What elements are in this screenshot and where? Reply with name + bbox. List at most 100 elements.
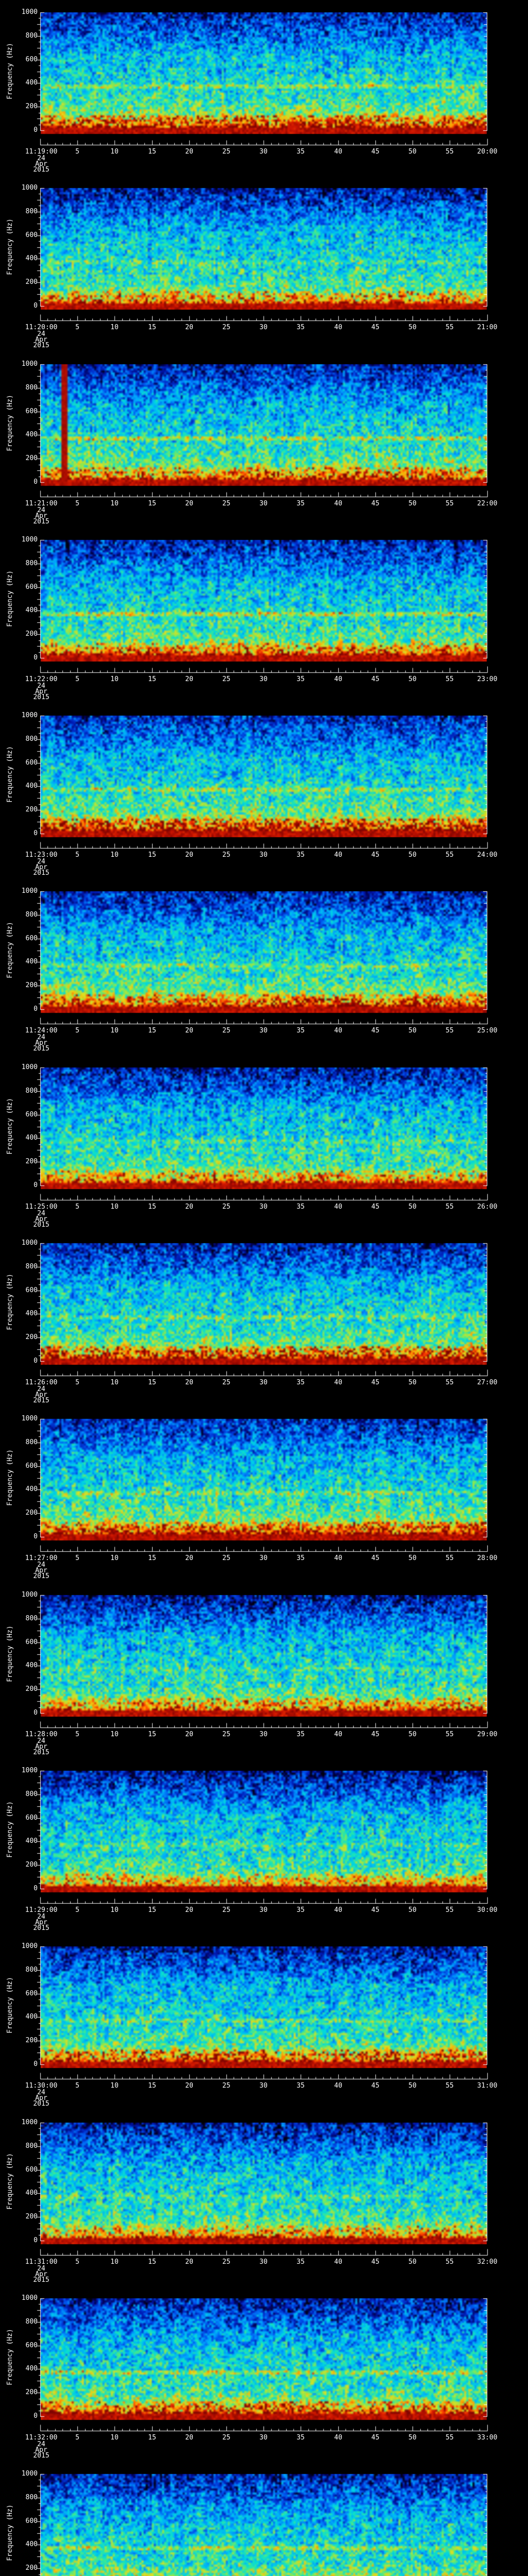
- x-tick-label-25: 25: [222, 2082, 230, 2090]
- x-tick-label-35: 35: [296, 148, 305, 156]
- y-tick-label-200: 200: [25, 2388, 38, 2396]
- x-tick-label-25: 25: [222, 2434, 230, 2442]
- x-tick-label-50: 50: [408, 2434, 417, 2442]
- y-tick-label-600: 600: [25, 935, 38, 942]
- y-axis-title: Frequency (Hz): [6, 746, 14, 803]
- y-tick-label-0: 0: [34, 1005, 38, 1013]
- x-tick-label-55: 55: [446, 675, 454, 683]
- x-tick-label-5: 5: [75, 500, 79, 507]
- x-tick-label-15: 15: [148, 1906, 156, 1914]
- x-tick-label-30: 30: [259, 851, 268, 859]
- x-end-time-label: 31:00: [477, 2082, 498, 2090]
- x-tick-label-50: 50: [408, 1203, 417, 1211]
- y-tick-label-400: 400: [25, 2540, 38, 2548]
- y-axis-title: Frequency (Hz): [6, 2153, 14, 2210]
- y-tick-label-1000: 1000: [21, 1767, 38, 1774]
- x-tick-label-10: 10: [110, 2434, 119, 2442]
- x-tick-label-30: 30: [259, 1906, 268, 1914]
- x-tick-label-55: 55: [446, 1027, 454, 1035]
- y-tick-label-600: 600: [25, 231, 38, 239]
- x-tick-label-40: 40: [334, 1906, 342, 1914]
- x-tick-label-15: 15: [148, 1731, 156, 1738]
- date-label: 24 Apr 2015: [20, 331, 63, 349]
- y-axis-title: Frequency (Hz): [6, 1274, 14, 1330]
- x-tick-label-25: 25: [222, 500, 230, 507]
- x-tick-label-45: 45: [371, 675, 380, 683]
- x-tick-label-35: 35: [296, 324, 305, 331]
- y-tick-label-1000: 1000: [21, 8, 38, 16]
- date-year: 2015: [33, 342, 50, 349]
- x-tick-label-10: 10: [110, 851, 119, 859]
- x-tick-label-40: 40: [334, 324, 342, 331]
- x-tick-label-25: 25: [222, 324, 230, 331]
- spectrogram-report: { "background_color": "#000000", "text_c…: [0, 0, 528, 2576]
- x-tick-label-45: 45: [371, 1906, 380, 1914]
- y-tick-label-1000: 1000: [21, 1239, 38, 1247]
- y-tick-label-0: 0: [34, 2412, 38, 2420]
- y-tick-label-0: 0: [34, 654, 38, 662]
- y-tick-label-600: 600: [25, 583, 38, 591]
- x-tick-label-25: 25: [222, 148, 230, 156]
- y-tick-label-200: 200: [25, 630, 38, 638]
- x-end-time-label: 24:00: [477, 851, 498, 859]
- y-tick-label-600: 600: [25, 1462, 38, 1470]
- y-axis-title: Frequency (Hz): [6, 1801, 14, 1858]
- x-end-time-label: 25:00: [477, 1027, 498, 1035]
- x-tick-label-15: 15: [148, 324, 156, 331]
- y-tick-label-0: 0: [34, 2236, 38, 2244]
- y-tick-label-0: 0: [34, 1181, 38, 1189]
- x-tick-label-50: 50: [408, 851, 417, 859]
- x-tick-label-40: 40: [334, 675, 342, 683]
- y-tick-label-800: 800: [25, 1966, 38, 1974]
- y-tick-label-200: 200: [25, 2213, 38, 2221]
- x-tick-label-35: 35: [296, 1554, 305, 1562]
- spectrogram-panel-6: Frequency (Hz) 1000 800 600 400 200 0 11…: [0, 879, 528, 1055]
- y-axis-title: Frequency (Hz): [6, 1098, 14, 1155]
- y-tick-label-400: 400: [25, 1134, 38, 1142]
- x-tick-label-5: 5: [75, 2434, 79, 2442]
- x-tick-label-25: 25: [222, 2258, 230, 2266]
- x-tick-label-20: 20: [185, 1554, 193, 1562]
- y-tick-label-200: 200: [25, 981, 38, 989]
- x-tick-label-10: 10: [110, 1906, 119, 1914]
- x-tick-label-15: 15: [148, 148, 156, 156]
- date-year: 2015: [33, 518, 50, 526]
- x-tick-label-20: 20: [185, 2258, 193, 2266]
- y-tick-label-800: 800: [25, 1263, 38, 1270]
- x-tick-label-5: 5: [75, 1554, 79, 1562]
- y-tick-label-200: 200: [25, 278, 38, 286]
- x-tick-label-45: 45: [371, 500, 380, 507]
- date-label: 24 Apr 2015: [20, 1034, 63, 1052]
- x-end-time-label: 22:00: [477, 500, 498, 507]
- spectrogram-panel-13: Frequency (Hz) 1000 800 600 400 200 0 11…: [0, 2110, 528, 2286]
- x-tick-label-10: 10: [110, 148, 119, 156]
- x-tick-label-5: 5: [75, 1906, 79, 1914]
- y-tick-label-1000: 1000: [21, 184, 38, 192]
- date-label: 24 Apr 2015: [20, 1562, 63, 1580]
- x-tick-label-45: 45: [371, 2082, 380, 2090]
- date-label: 24 Apr 2015: [20, 507, 63, 526]
- x-tick-label-35: 35: [296, 2258, 305, 2266]
- x-tick-label-30: 30: [259, 324, 268, 331]
- y-axis-title: Frequency (Hz): [6, 570, 14, 627]
- spectrogram-panel-7: Frequency (Hz) 1000 800 600 400 200 0 11…: [0, 1055, 528, 1231]
- y-tick-label-800: 800: [25, 735, 38, 743]
- y-tick-label-800: 800: [25, 560, 38, 567]
- x-tick-label-40: 40: [334, 2082, 342, 2090]
- y-tick-label-800: 800: [25, 384, 38, 392]
- spectrogram-panel-4: Frequency (Hz) 1000 800 600 400 200 0 11…: [0, 528, 528, 704]
- spectrogram-panel-15: Frequency (Hz) 1000 800 600 400 200 0 11…: [0, 2462, 528, 2576]
- x-tick-label-25: 25: [222, 1906, 230, 1914]
- y-tick-label-1000: 1000: [21, 1415, 38, 1422]
- x-tick-label-5: 5: [75, 148, 79, 156]
- x-tick-label-15: 15: [148, 500, 156, 507]
- date-label: 24 Apr 2015: [20, 2089, 63, 2107]
- x-tick-label-10: 10: [110, 1203, 119, 1211]
- x-tick-label-30: 30: [259, 2082, 268, 2090]
- y-tick-label-400: 400: [25, 1837, 38, 1845]
- x-tick-label-55: 55: [446, 500, 454, 507]
- spectrogram-panel-5: Frequency (Hz) 1000 800 600 400 200 0 11…: [0, 703, 528, 879]
- y-tick-label-200: 200: [25, 1861, 38, 1869]
- y-tick-label-1000: 1000: [21, 2294, 38, 2302]
- x-tick-label-5: 5: [75, 2082, 79, 2090]
